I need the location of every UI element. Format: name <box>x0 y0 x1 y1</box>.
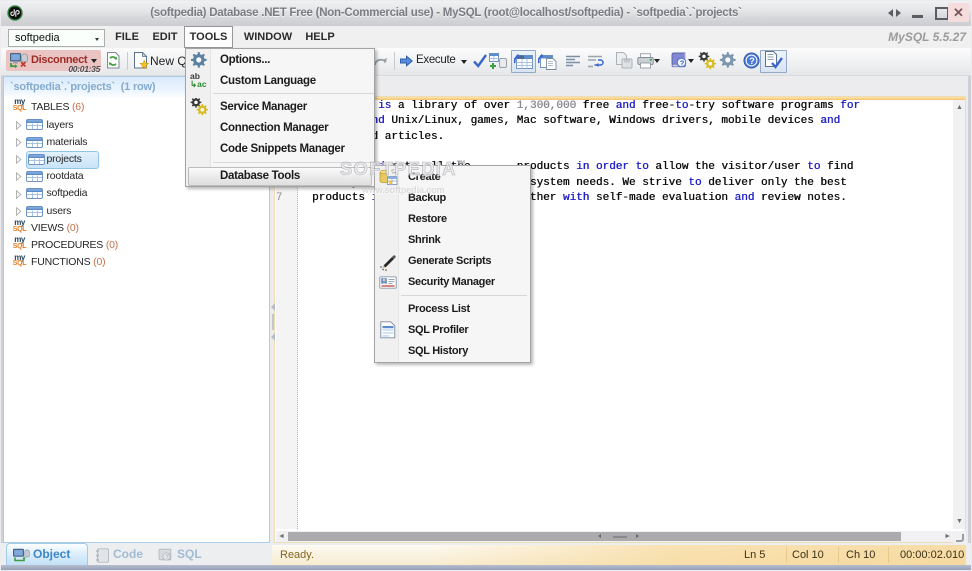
svg-text:?: ? <box>165 554 169 561</box>
svg-text:?: ? <box>749 56 755 66</box>
svg-text:?: ? <box>680 59 685 68</box>
